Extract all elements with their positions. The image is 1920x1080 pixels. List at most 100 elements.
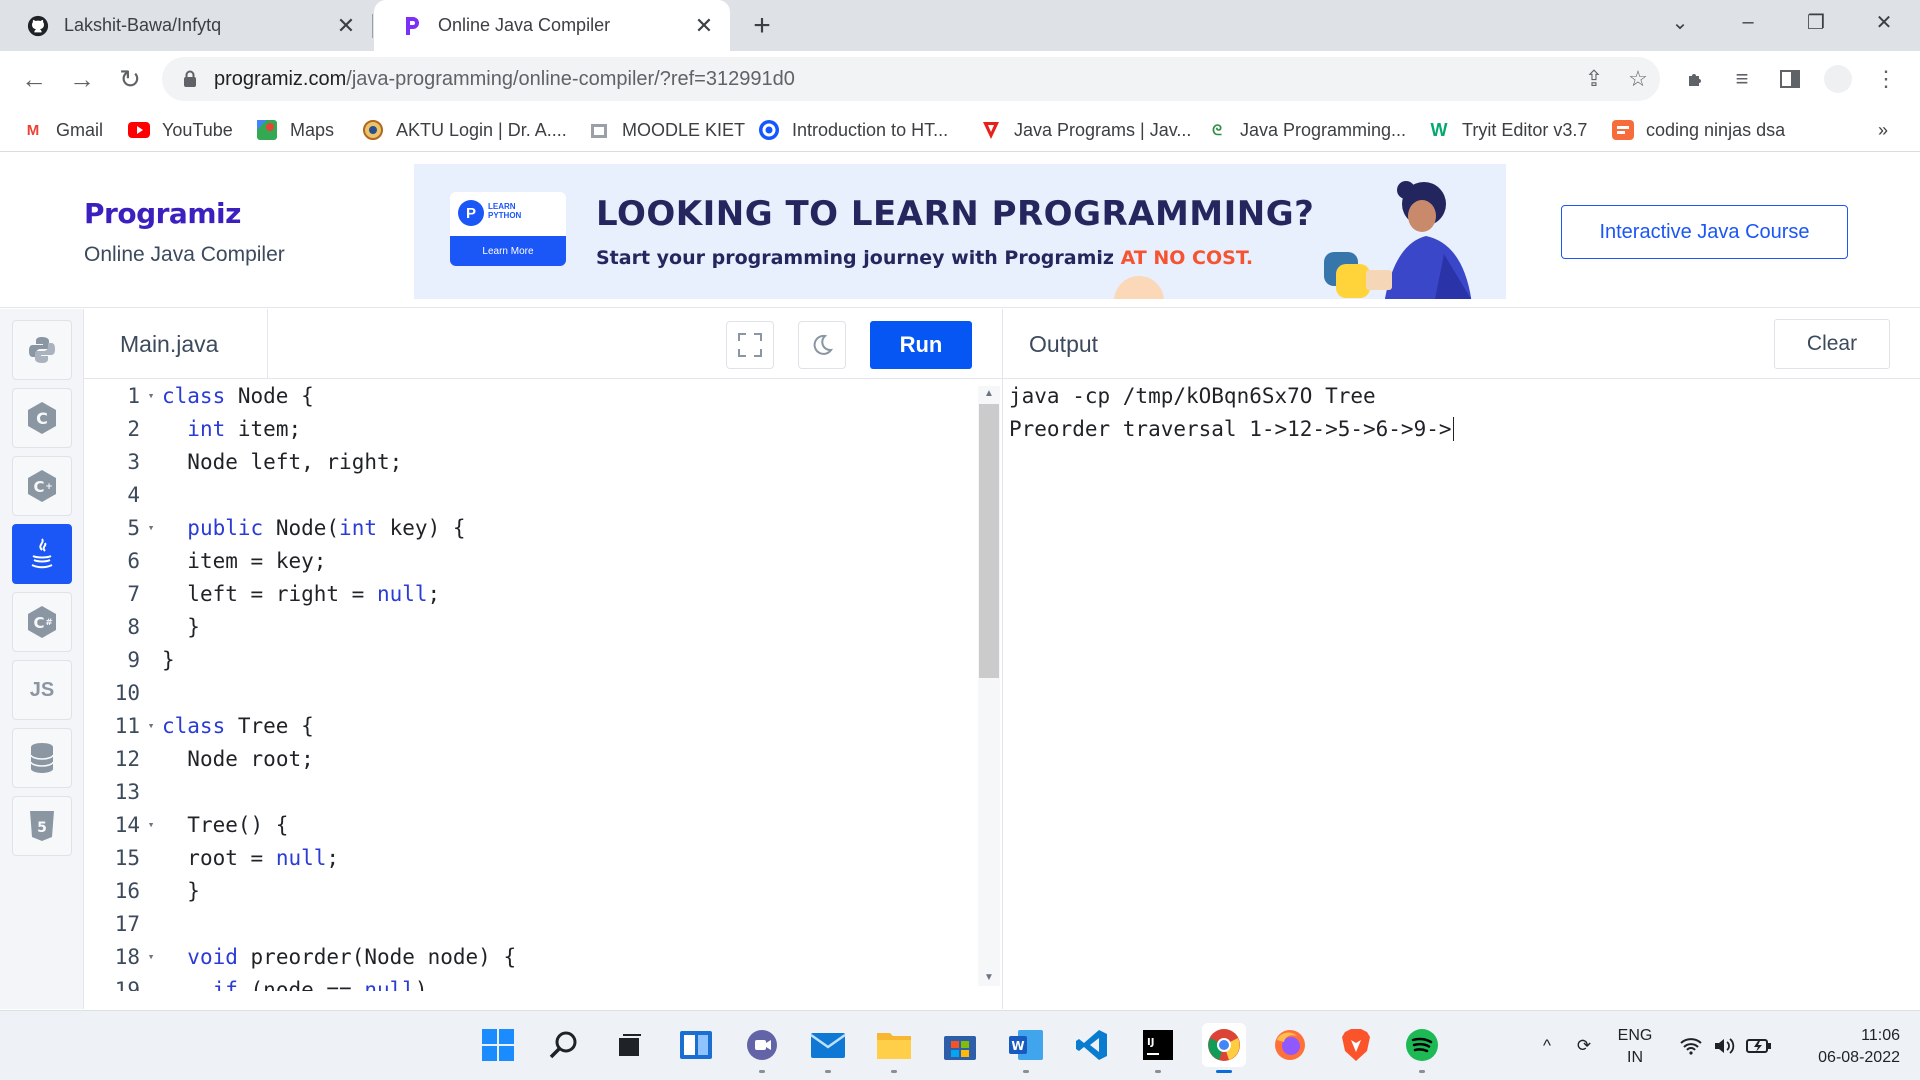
code-line[interactable]: 5 ▾ public Node(int key) { — [84, 511, 984, 544]
back-button[interactable]: ← — [14, 59, 54, 99]
bookmark-java-programming[interactable]: ᘓ Java Programming... — [1206, 115, 1406, 145]
scroll-up-icon[interactable]: ▲ — [982, 386, 996, 400]
code-line[interactable]: 17 — [84, 907, 984, 940]
bookmark-star-icon[interactable]: ☆ — [1616, 57, 1660, 101]
run-button[interactable]: Run — [870, 321, 972, 369]
fullscreen-button[interactable] — [726, 321, 774, 369]
reload-button[interactable]: ↻ — [110, 59, 150, 99]
reading-list-icon[interactable]: ≡ — [1722, 59, 1762, 99]
tab-search-icon[interactable]: ⌄ — [1652, 0, 1708, 44]
word-icon[interactable]: W — [1004, 1023, 1048, 1073]
windows-start-icon[interactable] — [476, 1023, 520, 1067]
close-tab-icon[interactable]: ✕ — [332, 12, 360, 40]
code-line[interactable]: 9} — [84, 643, 984, 676]
javascript-icon[interactable]: JS — [12, 660, 72, 720]
system-clock[interactable]: 11:06 06-08-2022 — [1790, 1025, 1900, 1069]
mail-icon[interactable] — [806, 1023, 850, 1073]
close-window-button[interactable]: ✕ — [1856, 0, 1912, 44]
code-line[interactable]: 2 int item; — [84, 412, 984, 445]
code-line[interactable]: 19 if (node == null) — [84, 973, 984, 992]
fold-arrow-icon[interactable]: ▾ — [140, 521, 162, 534]
java-icon[interactable] — [12, 524, 72, 584]
code-line[interactable]: 3 Node left, right; — [84, 445, 984, 478]
bookmark-aktu[interactable]: AKTU Login | Dr. A.... — [362, 115, 567, 145]
side-panel-icon[interactable] — [1770, 59, 1810, 99]
vscode-icon[interactable] — [1070, 1023, 1114, 1067]
output-console[interactable]: java -cp /tmp/kOBqn6Sx7O Tree Preorder t… — [1002, 379, 1920, 1009]
address-bar[interactable]: programiz.com/java-programming/online-co… — [162, 57, 1660, 101]
fold-arrow-icon[interactable]: ▾ — [140, 950, 162, 963]
cpp-icon[interactable]: C + — [12, 456, 72, 516]
widgets-icon[interactable] — [674, 1023, 718, 1067]
code-line[interactable]: 15 root = null; — [84, 841, 984, 874]
html-icon[interactable]: 5 — [12, 796, 72, 856]
programiz-logo[interactable]: Programiz — [84, 197, 241, 230]
search-icon[interactable] — [542, 1023, 586, 1067]
code-line[interactable]: 4 — [84, 478, 984, 511]
extensions-icon[interactable] — [1676, 59, 1716, 99]
sync-icon[interactable]: ⟳ — [1568, 1011, 1600, 1080]
code-line[interactable]: 18 ▾ void preorder(Node node) { — [84, 940, 984, 973]
minimize-button[interactable]: – — [1720, 0, 1776, 44]
code-line[interactable]: 1 ▾ class Node { — [84, 379, 984, 412]
more-bookmarks-button[interactable]: » — [1878, 115, 1888, 145]
code-line[interactable]: 11 ▾ class Tree { — [84, 709, 984, 742]
code-line[interactable]: 8 } — [84, 610, 984, 643]
fold-arrow-icon[interactable]: ▾ — [140, 719, 162, 732]
fold-arrow-icon[interactable]: ▾ — [140, 389, 162, 402]
firefox-icon[interactable] — [1268, 1023, 1312, 1067]
close-tab-icon[interactable]: ✕ — [690, 12, 718, 40]
profile-avatar[interactable] — [1818, 59, 1858, 99]
bookmark-introduction[interactable]: Introduction to HT... — [758, 115, 948, 145]
csharp-icon[interactable]: C # — [12, 592, 72, 652]
battery-charging-icon[interactable] — [1744, 1011, 1774, 1080]
browser-menu-icon[interactable]: ⋮ — [1866, 59, 1906, 99]
fold-arrow-icon[interactable]: ▾ — [140, 818, 162, 831]
microsoft-store-icon[interactable] — [938, 1023, 982, 1067]
code-line[interactable]: 7 left = right = null; — [84, 577, 984, 610]
wifi-icon[interactable] — [1676, 1011, 1706, 1080]
code-line[interactable]: 16 } — [84, 874, 984, 907]
task-view-icon[interactable] — [608, 1023, 652, 1067]
learn-more-button[interactable]: Learn More — [450, 236, 566, 266]
code-line[interactable]: 6 item = key; — [84, 544, 984, 577]
browser-tab-github[interactable]: Lakshit-Bawa/Infytq ✕ — [0, 0, 372, 51]
volume-icon[interactable] — [1710, 1011, 1740, 1080]
file-explorer-icon[interactable] — [872, 1023, 916, 1073]
c-icon[interactable]: C — [12, 388, 72, 448]
interactive-java-course-button[interactable]: Interactive Java Course — [1561, 205, 1848, 259]
scroll-down-icon[interactable]: ▼ — [982, 970, 996, 984]
bookmark-maps[interactable]: Maps — [256, 115, 334, 145]
spotify-icon[interactable] — [1400, 1023, 1444, 1073]
show-hidden-icons-button[interactable]: ^ — [1536, 1011, 1558, 1080]
teams-chat-icon[interactable] — [740, 1023, 784, 1073]
brave-icon[interactable] — [1334, 1023, 1378, 1067]
code-line[interactable]: 14 ▾ Tree() { — [84, 808, 984, 841]
file-tab-main-java[interactable]: Main.java — [84, 309, 268, 379]
code-line[interactable]: 12 Node root; — [84, 742, 984, 775]
lock-icon[interactable] — [180, 70, 200, 88]
dark-mode-button[interactable] — [798, 321, 846, 369]
forward-button[interactable]: → — [62, 59, 102, 99]
share-icon[interactable]: ⇪ — [1572, 57, 1616, 101]
sql-icon[interactable] — [12, 728, 72, 788]
code-editor[interactable]: 1 ▾ class Node {2 int item; 3 Node left, ri… — [84, 379, 1002, 991]
python-icon[interactable] — [12, 320, 72, 380]
input-language-indicator[interactable]: ENG IN — [1610, 1025, 1660, 1069]
clear-button[interactable]: Clear — [1774, 319, 1890, 369]
new-tab-button[interactable]: + — [744, 8, 780, 44]
intellij-icon[interactable]: IJ — [1136, 1023, 1180, 1073]
bookmark-coding-ninjas[interactable]: coding ninjas dsa — [1612, 115, 1785, 145]
bookmark-tryit-editor[interactable]: W Tryit Editor v3.7 — [1428, 115, 1588, 145]
bookmark-youtube[interactable]: YouTube — [128, 115, 233, 145]
code-line[interactable]: 13 — [84, 775, 984, 808]
restore-button[interactable]: ❐ — [1788, 0, 1844, 44]
promo-banner[interactable]: P LEARN PYTHON Learn More LOOKING TO LEA… — [414, 164, 1506, 299]
chrome-icon[interactable] — [1202, 1023, 1246, 1073]
editor-scrollbar-thumb[interactable] — [979, 404, 999, 678]
bookmark-moodle[interactable]: MOODLE KIET — [588, 115, 745, 145]
bookmark-gmail[interactable]: M Gmail — [22, 115, 103, 145]
code-line[interactable]: 10 — [84, 676, 984, 709]
browser-tab-online-java-compiler[interactable]: Online Java Compiler ✕ — [374, 0, 730, 51]
bookmark-java-programs[interactable]: Java Programs | Jav... — [980, 115, 1191, 145]
